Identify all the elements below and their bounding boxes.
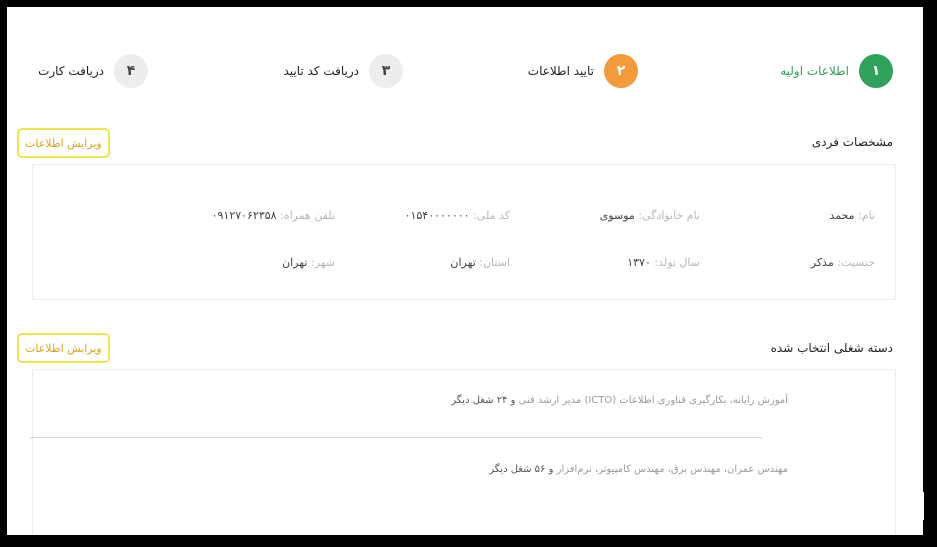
job-item-1: آموزش رایانه، بکارگیری فناوری اطلاعات (I… — [65, 395, 788, 406]
job-divider — [30, 437, 762, 438]
last-name-label: نام خانوادگی: — [638, 209, 700, 222]
step-4-label: دریافت کارت — [38, 64, 104, 78]
step-4[interactable]: ۴ دریافت کارت — [38, 54, 148, 88]
national-code-label: کد ملی: — [473, 209, 510, 222]
personal-info-card: نام: محمد نام خانوادگی: موسوی کد ملی: ۰۱… — [32, 164, 896, 300]
first-name-label: نام: — [858, 209, 875, 222]
jobs-section-title: دسته شغلی انتخاب شده — [770, 341, 893, 355]
first-name-value: محمد — [829, 209, 855, 222]
mobile-value: ۰۹۱۲۷۰۶۲۳۵۸ — [211, 209, 277, 222]
step-1-label: اطلاعات اولیه — [780, 64, 849, 78]
step-3-label: دریافت کد تایید — [283, 64, 359, 78]
national-code-value: ۰۱۵۴۰۰۰۰۰۰۰ — [404, 209, 470, 222]
gender-value: مذکر — [810, 256, 834, 269]
job-item-1-more: و ۲۴ شغل دیگر — [451, 395, 516, 406]
city-value: تهران — [282, 256, 308, 269]
last-name-value: موسوی — [599, 209, 635, 222]
city-label: شهر: — [310, 256, 335, 269]
province-value: تهران — [450, 256, 476, 269]
step-1[interactable]: ۱ اطلاعات اولیه — [780, 54, 893, 88]
last-name-field: نام خانوادگی: موسوی — [600, 209, 700, 222]
job-item-1-text: آموزش رایانه، بکارگیری فناوری اطلاعات (I… — [518, 395, 788, 406]
province-field: استان: تهران — [450, 256, 510, 269]
mobile-field: تلفن همراه: ۰۹۱۲۷۰۶۲۳۵۸ — [212, 209, 335, 222]
birth-year-label: سال تولد: — [654, 256, 700, 269]
step-3-number: ۳ — [369, 54, 403, 88]
birth-year-field: سال تولد: ۱۳۷۰ — [627, 256, 700, 269]
national-code-field: کد ملی: ۰۱۵۴۰۰۰۰۰۰۰ — [405, 209, 510, 222]
birth-year-value: ۱۳۷۰ — [627, 256, 651, 269]
step-4-number: ۴ — [114, 54, 148, 88]
gender-label: جنسیت: — [837, 256, 875, 269]
step-2[interactable]: ۲ تایید اطلاعات — [528, 54, 638, 88]
step-3[interactable]: ۳ دریافت کد تایید — [283, 54, 403, 88]
jobs-edit-button[interactable]: ویرایش اطلاعات — [17, 333, 110, 363]
city-field: شهر: تهران — [282, 256, 335, 269]
job-item-2-more: و ۵۶ شغل دیگر — [489, 464, 554, 475]
mobile-label: تلفن همراه: — [280, 209, 335, 222]
step-2-number: ۲ — [604, 54, 638, 88]
stepper: ۱ اطلاعات اولیه ۲ تایید اطلاعات ۳ دریافت… — [7, 7, 923, 127]
gender-field: جنسیت: مذکر — [811, 256, 875, 269]
province-label: استان: — [479, 256, 510, 269]
job-item-2-text: مهندس عمران، مهندس برق، مهندس کامپیوتر، … — [556, 464, 788, 475]
personal-section-title: مشخصات فردی — [811, 135, 893, 149]
personal-edit-button[interactable]: ویرایش اطلاعات — [17, 128, 110, 158]
step-2-label: تایید اطلاعات — [527, 64, 594, 78]
job-item-2: مهندس عمران، مهندس برق، مهندس کامپیوتر، … — [65, 464, 788, 475]
page-frame: ۱ اطلاعات اولیه ۲ تایید اطلاعات ۳ دریافت… — [7, 7, 923, 535]
first-name-field: نام: محمد — [829, 209, 875, 222]
step-1-number: ۱ — [859, 54, 893, 88]
edge-marker — [918, 492, 924, 520]
jobs-card — [32, 369, 896, 535]
